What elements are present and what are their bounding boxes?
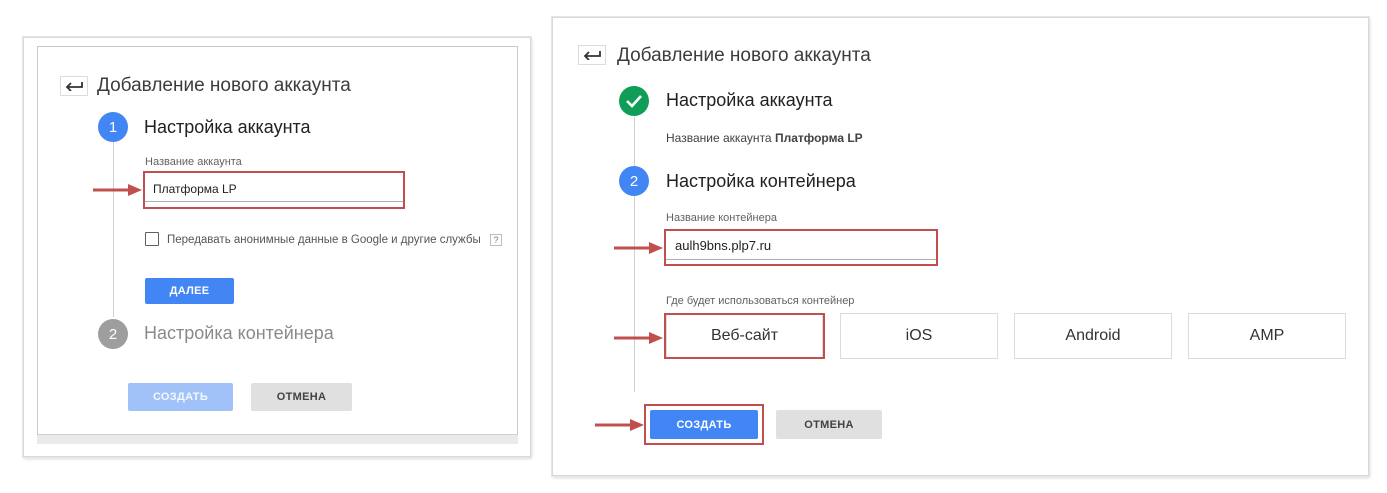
step-1-title: Настройка аккаунта xyxy=(144,117,311,137)
next-button[interactable]: ДАЛЕЕ xyxy=(145,278,234,304)
account-name-value: Платформа LP xyxy=(774,131,863,145)
annotation-highlight-website xyxy=(664,313,825,359)
checkmark-icon xyxy=(626,95,642,108)
stepper-line xyxy=(113,142,114,317)
panel-bottom-strip xyxy=(37,434,518,444)
annotation-arrow-icon xyxy=(93,184,142,196)
anonymous-data-label: Передавать анонимные данные в Google и д… xyxy=(167,234,481,246)
annotation-highlight-account-name xyxy=(143,171,405,209)
step-1-indicator: 1 xyxy=(98,112,128,142)
cancel-button[interactable]: ОТМЕНА xyxy=(251,383,352,411)
page-title: Добавление нового аккаунта xyxy=(97,75,351,96)
account-name-label: Название аккаунта xyxy=(145,156,242,168)
help-icon[interactable]: ? xyxy=(490,234,502,246)
anonymous-data-checkbox[interactable] xyxy=(145,232,159,246)
back-button[interactable] xyxy=(60,76,88,96)
annotation-arrow-icon xyxy=(614,242,663,254)
cancel-button[interactable]: ОТМЕНА xyxy=(776,410,882,439)
step-1-complete-indicator xyxy=(619,86,649,116)
step-2-indicator: 2 xyxy=(98,319,128,349)
step-2-title: Настройка контейнера xyxy=(666,171,856,191)
platform-option-amp[interactable]: AMP xyxy=(1188,313,1346,359)
create-button-disabled[interactable]: СОЗДАТЬ xyxy=(128,383,233,411)
annotation-highlight-create xyxy=(644,404,764,445)
annotation-arrow-icon xyxy=(595,419,644,431)
step-2-title: Настройка контейнера xyxy=(144,323,334,343)
back-button[interactable] xyxy=(578,45,606,65)
container-name-label: Название контейнера xyxy=(666,212,777,224)
step-1-title: Настройка аккаунта xyxy=(666,90,833,110)
back-arrow-icon xyxy=(583,51,601,60)
annotation-highlight-container-name xyxy=(664,229,938,266)
platform-option-ios[interactable]: iOS xyxy=(840,313,998,359)
back-arrow-icon xyxy=(65,82,83,91)
step-1-summary: Название аккаунта Платформа LP xyxy=(666,131,863,145)
step-2-indicator: 2 xyxy=(619,166,649,196)
annotation-arrow-icon xyxy=(614,332,663,344)
page-title: Добавление нового аккаунта xyxy=(617,45,871,66)
platform-option-android[interactable]: Android xyxy=(1014,313,1172,359)
platform-label: Где будет использоваться контейнер xyxy=(666,295,855,307)
